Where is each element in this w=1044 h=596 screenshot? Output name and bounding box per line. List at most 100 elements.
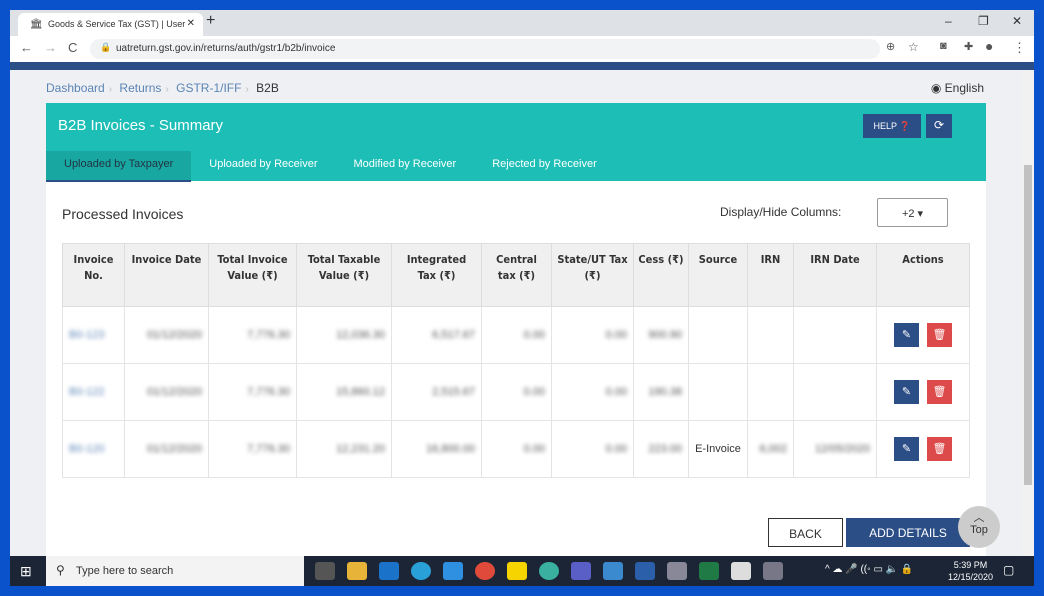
close-window-icon[interactable]: ✕ <box>1012 14 1022 28</box>
chrome-icon[interactable] <box>475 562 495 580</box>
app-icon[interactable] <box>603 562 623 580</box>
new-tab-icon[interactable]: + <box>206 12 215 30</box>
edit-button[interactable]: ✎ <box>894 323 919 347</box>
irn <box>747 363 794 421</box>
menu-icon[interactable]: ⋮ <box>1013 40 1026 56</box>
delete-button[interactable]: 🗑 <box>927 323 952 347</box>
invoice-no-link[interactable]: B0-122 <box>62 363 125 421</box>
delete-button[interactable]: 🗑 <box>927 437 952 461</box>
breadcrumb-dashboard[interactable]: Dashboard <box>46 81 105 95</box>
invoice-date: 01/12/2020 <box>124 306 209 364</box>
profile-icon[interactable]: ● <box>985 38 993 54</box>
scroll-to-top-button[interactable]: ︿ Top <box>958 506 1000 548</box>
breadcrumb-b2b: B2B <box>256 81 279 95</box>
search-icon: ⚲ <box>56 563 65 577</box>
time: 5:39 PM <box>953 560 988 570</box>
edge-icon[interactable] <box>411 562 431 580</box>
language-selector[interactable]: ◉ English <box>931 81 984 95</box>
lock-icon: 🔒 <box>100 42 112 52</box>
actions-cell: ✎ 🗑 <box>876 363 970 421</box>
url-input[interactable]: 🔒 uatreturn.gst.gov.in/returns/auth/gstr1… <box>90 39 880 59</box>
notifications-icon[interactable]: ▢ <box>1003 563 1014 577</box>
breadcrumb-returns[interactable]: Returns <box>119 81 161 95</box>
irn-date <box>793 363 877 421</box>
total-invoice-value: 7,776.30 <box>208 306 297 364</box>
photos-icon[interactable] <box>731 562 751 580</box>
integrated-tax: 16,800.00 <box>391 420 482 478</box>
add-details-button[interactable]: ADD DETAILS <box>846 518 970 547</box>
restore-icon[interactable]: ❐ <box>978 14 989 28</box>
invoice-no-link[interactable]: B0-120 <box>62 420 125 478</box>
top-label: Top <box>970 524 988 536</box>
taskbar-search-input[interactable]: ⚲ Type here to search <box>46 556 304 586</box>
actions-cell: ✎ 🗑 <box>876 306 970 364</box>
table-row: B0-122 01/12/2020 7,776.30 15,860.12 2,5… <box>62 363 970 421</box>
scrollbar-thumb[interactable] <box>1024 165 1032 485</box>
reload-icon[interactable]: C <box>68 40 77 55</box>
gst-emblem-icon: 🏛 <box>30 19 43 30</box>
display-hide-columns-dropdown[interactable]: +2 ▾ <box>877 198 948 227</box>
invoice-date: 01/12/2020 <box>124 363 209 421</box>
total-invoice-value: 7,776.30 <box>208 420 297 478</box>
col-central-tax: Central tax (₹) <box>481 243 552 307</box>
source <box>688 363 748 421</box>
app-icon[interactable] <box>667 562 687 580</box>
state-ut-tax: 0.00 <box>551 306 634 364</box>
task-view-icon[interactable] <box>315 562 335 580</box>
tab-modified-by-receiver[interactable]: Modified by Receiver <box>336 151 475 182</box>
app-icon[interactable] <box>539 562 559 580</box>
source <box>688 306 748 364</box>
minimize-icon[interactable]: – <box>945 14 952 28</box>
breadcrumb-gstr1[interactable]: GSTR-1/IFF <box>176 81 241 95</box>
help-button[interactable]: HELP ❓ <box>863 114 921 138</box>
state-ut-tax: 0.00 <box>551 420 634 478</box>
zoom-icon[interactable]: ⊕ <box>886 40 895 53</box>
globe-icon: ◉ <box>930 81 945 95</box>
question-icon: ❓ <box>899 121 911 131</box>
tab-bar: 🏛 Goods & Service Tax (GST) | User ✕ + – ❐… <box>10 10 1034 36</box>
col-integrated-tax: Integrated Tax (₹) <box>391 243 482 307</box>
url-text: uatreturn.gst.gov.in/returns/auth/gstr1/… <box>116 43 336 54</box>
invoice-no-link[interactable]: B0-123 <box>62 306 125 364</box>
total-taxable-value: 12,231.20 <box>296 420 392 478</box>
back-icon[interactable]: ← <box>20 40 33 55</box>
teams-icon[interactable] <box>571 562 591 580</box>
browser-tab[interactable]: 🏛 Goods & Service Tax (GST) | User ✕ <box>18 13 203 36</box>
refresh-button[interactable]: ⟳ <box>926 114 952 138</box>
address-bar-row: ← → C 🔒 uatreturn.gst.gov.in/returns/auth… <box>10 36 1034 62</box>
system-tray-icons[interactable]: ^ ☁ 🎤 ((◦ ▭ 🔈 🔒 <box>825 564 913 575</box>
refresh-icon: ⟳ <box>933 118 945 132</box>
tab-uploaded-by-taxpayer[interactable]: Uploaded by Taxpayer <box>46 151 192 182</box>
page-scrollbar[interactable] <box>1022 70 1034 556</box>
extensions-icon[interactable]: ✚ <box>964 40 973 53</box>
app-icon[interactable] <box>763 562 783 580</box>
total-taxable-value: 12,036.30 <box>296 306 392 364</box>
tab-rejected-by-receiver[interactable]: Rejected by Receiver <box>474 151 615 182</box>
tab-uploaded-by-receiver[interactable]: Uploaded by Receiver <box>191 151 335 182</box>
col-actions: Actions <box>876 243 970 307</box>
central-tax: 0.00 <box>481 363 552 421</box>
close-tab-icon[interactable]: ✕ <box>187 18 195 29</box>
windows-start-icon[interactable]: ⊞ <box>20 563 32 580</box>
site-nav-strip <box>10 62 1034 70</box>
outlook-icon[interactable] <box>379 562 399 580</box>
star-icon[interactable]: ☆ <box>908 40 919 54</box>
excel-icon[interactable] <box>699 562 719 580</box>
file-explorer-icon[interactable] <box>347 562 367 580</box>
forward-icon[interactable]: → <box>44 40 57 55</box>
word-icon[interactable] <box>635 562 655 580</box>
camera-icon[interactable]: ◙ <box>940 40 947 52</box>
cess: 223.00 <box>633 420 689 478</box>
edit-button[interactable]: ✎ <box>894 380 919 404</box>
total-taxable-value: 15,860.12 <box>296 363 392 421</box>
delete-button[interactable]: 🗑 <box>927 380 952 404</box>
cess: 190.38 <box>633 363 689 421</box>
edit-button[interactable]: ✎ <box>894 437 919 461</box>
col-irn-date: IRN Date <box>793 243 877 307</box>
skype-icon[interactable] <box>443 562 463 580</box>
back-button[interactable]: BACK <box>768 518 843 547</box>
sticky-notes-icon[interactable] <box>507 562 527 580</box>
language-label: English <box>944 81 984 95</box>
invoices-table: Invoice No. Invoice Date Total Invoice V… <box>62 243 970 478</box>
clock[interactable]: 5:39 PM 12/15/2020 <box>948 559 993 583</box>
